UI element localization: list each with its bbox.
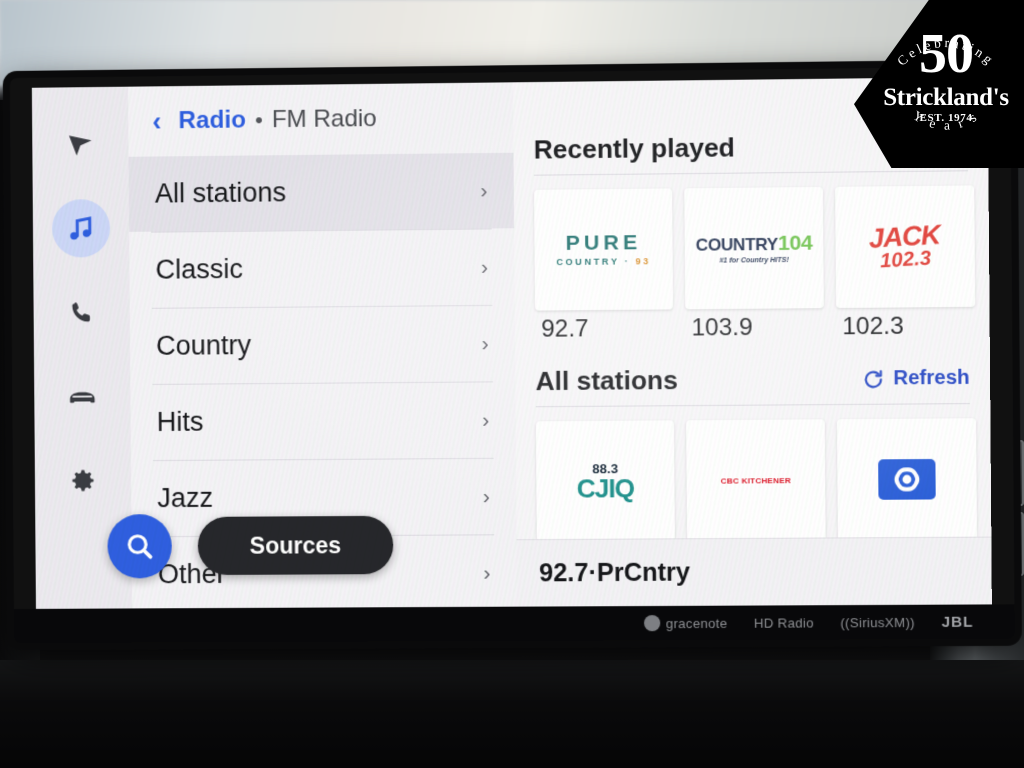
section-title: All stations [535, 365, 677, 397]
logo-line3: 93 [635, 256, 651, 266]
infotainment-ui: ‹ Radio • FM Radio All stations › Classi… [32, 77, 992, 609]
logo-line2: COUNTRY [556, 256, 619, 267]
watermark-number: 50 [870, 26, 1022, 82]
station-logo-card: PURE COUNTRY · 93 [534, 188, 673, 310]
chevron-right-icon: › [483, 561, 490, 585]
station-tile[interactable]: COUNTRY104 #1 for Country HITS! 103.9 [684, 187, 824, 343]
pure-country-93-logo: PURE COUNTRY · 93 [556, 232, 651, 267]
recently-played-tiles: PURE COUNTRY · 93 92.7 COUNTRY104 #1 for [534, 171, 969, 344]
nav-rail-vehicle[interactable] [53, 367, 112, 425]
dashboard-photo: ‹ Radio • FM Radio All stations › Classi… [0, 0, 1024, 768]
category-label: Classic [155, 254, 243, 286]
logo-tagline: #1 for Country HITS! [696, 256, 813, 264]
station-tile[interactable]: 88.3 CJIQ [536, 420, 675, 542]
siriusxm-logo: ((SiriusXM)) [840, 614, 915, 629]
climate-control-panel: HI HI SYNC AUTO SYNC MODE [0, 660, 1024, 768]
refresh-label: Refresh [893, 367, 969, 391]
gracenote-logo: gracenote [644, 615, 727, 632]
cbc-gem-icon [878, 459, 936, 500]
station-tile[interactable] [837, 418, 977, 540]
nav-rail-phone[interactable] [52, 283, 111, 342]
breadcrumb-separator: • [255, 107, 263, 133]
logo-line2: 104 [778, 231, 813, 255]
station-frequency: 102.3 [836, 307, 975, 342]
nav-rail-navigation[interactable] [51, 115, 110, 174]
dealer-watermark: Celebrating Y e a r s 50 Strickland's ES… [854, 0, 1024, 168]
chevron-right-icon: › [481, 255, 488, 279]
now-playing-bar[interactable]: 92.7·PrCntry [517, 538, 992, 607]
all-stations-header: All stations Refresh [535, 363, 969, 398]
station-tile[interactable]: CBC KITCHENER [686, 419, 826, 541]
logo-line2: 102.3 [870, 248, 942, 272]
logo-line1: PURE [556, 232, 651, 254]
category-item-all-stations[interactable]: All stations › [129, 153, 515, 232]
watermark-est: EST. 1974 [870, 112, 1022, 124]
station-frequency: 103.9 [685, 308, 824, 342]
chevron-left-icon[interactable]: ‹ [152, 108, 178, 135]
category-label: Hits [157, 407, 204, 438]
refresh-icon [862, 368, 885, 390]
chevron-right-icon: › [483, 485, 490, 509]
all-stations-tiles: 88.3 CJIQ CBC KITCHENER [536, 404, 971, 542]
bezel-brand-strip: gracenote HD Radio ((SiriusXM)) JBL [14, 604, 1015, 643]
station-frequency: 92.7 [535, 309, 673, 343]
search-button[interactable] [107, 514, 172, 578]
breadcrumb: ‹ Radio • FM Radio [128, 82, 513, 156]
sources-label: Sources [250, 532, 342, 560]
sources-button[interactable]: Sources [198, 516, 394, 575]
breadcrumb-root[interactable]: Radio [178, 106, 246, 135]
station-logo-card: 88.3 CJIQ [536, 420, 675, 542]
category-label: All stations [155, 177, 286, 209]
jack-1023-logo: JACK 102.3 [868, 222, 942, 271]
chevron-right-icon: › [482, 408, 489, 432]
section-title: Recently played [534, 132, 735, 165]
all-stations-section: All stations Refresh 88.3 CJIQ CBC KITCH… [515, 340, 991, 542]
station-tile[interactable]: PURE COUNTRY · 93 92.7 [534, 188, 673, 343]
chevron-right-icon: › [482, 332, 489, 356]
category-item-country[interactable]: Country › [130, 306, 516, 384]
category-label: Jazz [157, 483, 213, 514]
station-logo-card: JACK 102.3 [835, 185, 975, 308]
category-item-hits[interactable]: Hits › [130, 382, 516, 460]
breadcrumb-current: FM Radio [272, 105, 377, 134]
refresh-button[interactable]: Refresh [862, 367, 970, 391]
hd-radio-logo: HD Radio [754, 615, 814, 630]
cbc-kitchener-logo: CBC KITCHENER [721, 476, 791, 486]
nav-rail-media[interactable] [52, 199, 111, 258]
chym-883-logo: 88.3 CJIQ [576, 461, 634, 501]
country-104-logo: COUNTRY104 #1 for Country HITS! [696, 232, 813, 264]
station-logo-card: COUNTRY104 #1 for Country HITS! [684, 187, 824, 309]
logo-line2: CJIQ [577, 475, 635, 502]
watermark-name: Strickland's [870, 84, 1022, 112]
chevron-right-icon: › [480, 179, 487, 203]
category-item-classic[interactable]: Classic › [129, 229, 515, 308]
search-icon [123, 530, 155, 562]
logo-line1: COUNTRY [696, 234, 778, 254]
category-label: Country [156, 330, 251, 362]
station-logo-card: CBC KITCHENER [686, 419, 826, 541]
nav-rail-settings[interactable] [54, 451, 113, 509]
station-tile[interactable]: JACK 102.3 102.3 [835, 185, 975, 341]
now-playing-text: 92.7·PrCntry [539, 558, 690, 588]
jbl-logo: JBL [941, 613, 973, 630]
station-logo-card [837, 418, 977, 540]
